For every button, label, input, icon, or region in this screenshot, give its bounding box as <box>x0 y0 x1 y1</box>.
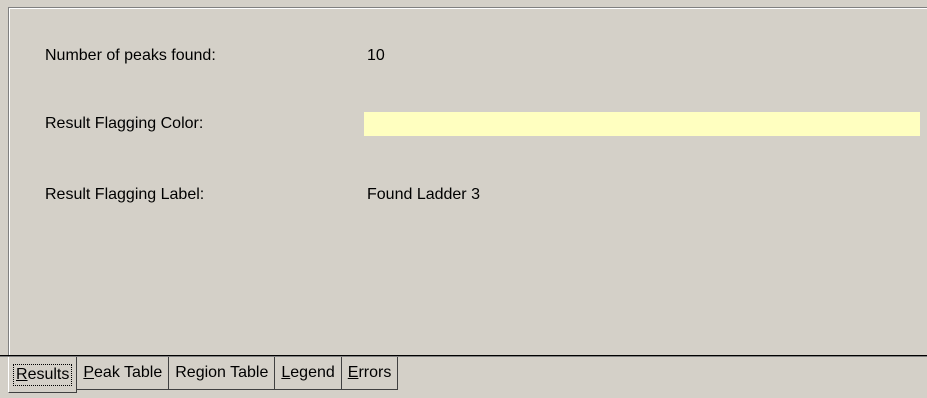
tab-legend-label: Legend <box>281 364 335 381</box>
flagging-label-value: Found Ladder 3 <box>367 186 480 203</box>
tab-errors[interactable]: Errors <box>341 357 399 390</box>
tab-region-table[interactable]: Region Table <box>169 357 276 390</box>
flagging-color-swatch <box>364 112 920 136</box>
tab-strip: Results Peak Table Region Table Legend E… <box>8 357 399 393</box>
peaks-found-label: Number of peaks found: <box>45 47 216 64</box>
tab-peak-table[interactable]: Peak Table <box>77 357 170 390</box>
tab-errors-label: Errors <box>347 364 392 381</box>
tab-results[interactable]: Results <box>8 357 78 393</box>
tab-peak-table-label: Peak Table <box>83 364 163 381</box>
peaks-found-value: 10 <box>367 47 385 64</box>
flagging-color-label: Result Flagging Color: <box>45 115 204 132</box>
tab-region-table-label: Region Table <box>175 364 269 381</box>
results-panel: Number of peaks found: 10 Result Flaggin… <box>10 9 927 355</box>
tab-results-label: Results <box>12 363 73 386</box>
results-window: Number of peaks found: 10 Result Flaggin… <box>0 0 927 398</box>
tab-legend[interactable]: Legend <box>275 357 342 390</box>
flagging-label-label: Result Flagging Label: <box>45 186 205 203</box>
